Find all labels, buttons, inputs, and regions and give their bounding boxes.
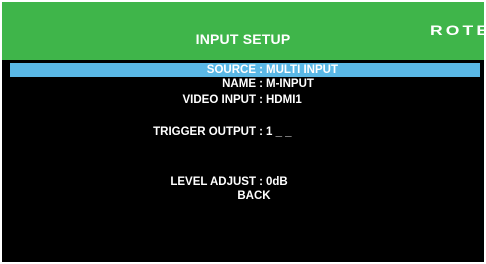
menu-item-name[interactable]: NAME : M-INPUT bbox=[2, 77, 484, 91]
menu-item-label: VIDEO INPUT bbox=[182, 94, 256, 106]
menu-item-video-input[interactable]: VIDEO INPUT : HDMI1 bbox=[2, 93, 484, 107]
menu-item-separator: : bbox=[259, 126, 263, 138]
menu-item-value: 1 _ _ bbox=[266, 126, 292, 138]
menu-item-label: TRIGGER OUTPUT bbox=[153, 126, 256, 138]
menu-item-trigger-output[interactable]: TRIGGER OUTPUT : 1 _ _ bbox=[2, 125, 484, 139]
menu-item-label: NAME bbox=[222, 78, 256, 90]
back-button[interactable]: BACK bbox=[2, 189, 484, 203]
back-button-label: BACK bbox=[237, 190, 271, 202]
menu-item-level-adjust[interactable]: LEVEL ADJUST : 0dB bbox=[2, 175, 484, 189]
menu-item-separator: : bbox=[259, 94, 263, 106]
menu-item-value: MULTI INPUT bbox=[266, 64, 338, 76]
menu-item-source[interactable]: SOURCE : MULTI INPUT bbox=[2, 63, 484, 77]
menu-item-label: SOURCE bbox=[206, 64, 256, 76]
menu-item-separator: : bbox=[259, 64, 263, 76]
page-title: INPUT SETUP bbox=[195, 31, 291, 47]
menu-item-separator: : bbox=[259, 78, 263, 90]
menu-item-separator: : bbox=[259, 176, 263, 188]
menu-item-value: 0dB bbox=[266, 176, 288, 188]
menu-item-value: HDMI1 bbox=[266, 94, 302, 106]
osd-screen: INPUT SETUP ROTEL SOURCE : MULTI INPUT N… bbox=[2, 2, 484, 262]
header-bar: INPUT SETUP ROTEL bbox=[2, 2, 484, 60]
brand-logo: ROTEL bbox=[430, 22, 484, 38]
menu-item-label: LEVEL ADJUST bbox=[170, 176, 256, 188]
menu-item-value: M-INPUT bbox=[266, 78, 314, 90]
